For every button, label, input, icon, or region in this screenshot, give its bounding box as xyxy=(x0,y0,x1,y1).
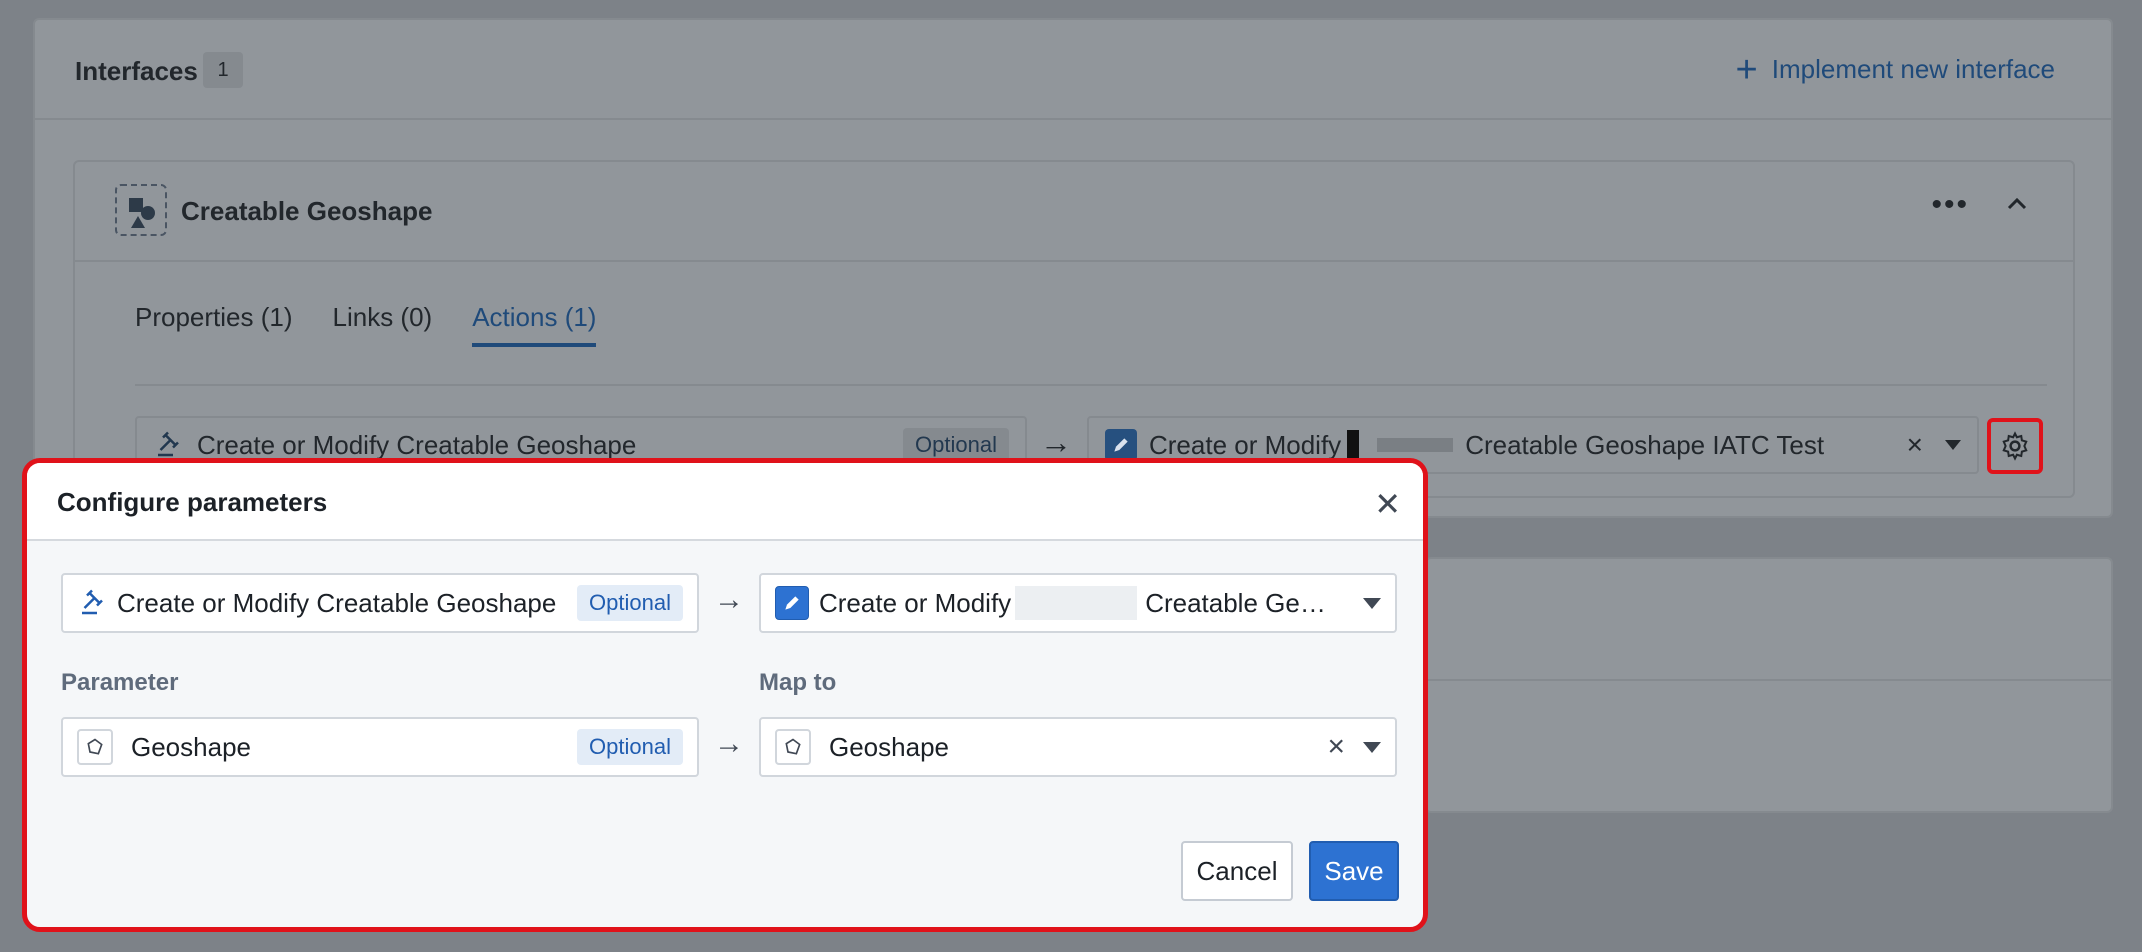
redacted-text xyxy=(1347,430,1360,460)
pencil-icon xyxy=(1105,429,1137,461)
mapped-action-prefix: Create or Modify xyxy=(1149,429,1342,460)
pencil-icon xyxy=(775,586,809,620)
tabs-divider xyxy=(135,384,2047,386)
background-panel xyxy=(1425,557,2113,813)
more-options-icon[interactable]: ••• xyxy=(1931,188,1969,222)
parameter-value: Geoshape xyxy=(131,731,251,762)
clear-icon[interactable]: × xyxy=(1907,429,1923,461)
interfaces-title: Interfaces xyxy=(75,56,198,86)
close-icon[interactable]: ✕ xyxy=(1374,485,1401,523)
configure-parameters-dialog: Configure parameters ✕ Create or Modify … xyxy=(22,458,1428,932)
implement-new-interface-button[interactable]: + Implement new interface xyxy=(1735,48,2055,91)
tab-actions[interactable]: Actions (1) xyxy=(472,302,597,347)
interfaces-card: Interfaces 1 + Implement new interface C… xyxy=(33,18,2113,518)
geoshape-icon xyxy=(775,729,811,765)
save-button[interactable]: Save xyxy=(1309,841,1399,901)
gavel-icon xyxy=(158,431,179,457)
tab-properties[interactable]: Properties (1) xyxy=(135,302,293,347)
interface-card: Creatable Geoshape ••• Properties (1) Li… xyxy=(73,160,2075,498)
arrow-right-icon: → xyxy=(1040,424,1072,460)
interface-card-header: Creatable Geoshape ••• xyxy=(75,162,2073,262)
parameter-field: Geoshape Optional xyxy=(61,717,699,777)
interface-action-label: Create or Modify Creatable Geoshape xyxy=(197,429,637,460)
caret-down-icon[interactable] xyxy=(1945,440,1961,450)
gavel-icon xyxy=(82,589,103,615)
redacted-text xyxy=(1015,586,1138,620)
dialog-header: Configure parameters ✕ xyxy=(27,463,1423,541)
caret-down-icon[interactable] xyxy=(1363,597,1381,609)
arrow-right-icon: → xyxy=(714,583,744,616)
caret-down-icon[interactable] xyxy=(1363,741,1381,753)
mapped-action-suffix: Creatable Geoshape IATC Test xyxy=(1465,429,1825,460)
map-to-select[interactable]: Geoshape × xyxy=(759,717,1397,777)
optional-badge: Optional xyxy=(577,729,683,765)
interfaces-header: Interfaces 1 + Implement new interface xyxy=(35,20,2111,120)
interfaces-count-badge: 1 xyxy=(203,52,243,88)
implement-label: Implement new interface xyxy=(1771,54,2055,84)
mapped-action-suffix: Creatable Ge… xyxy=(1145,587,1326,618)
cancel-button[interactable]: Cancel xyxy=(1181,841,1293,901)
optional-badge: Optional xyxy=(577,585,683,621)
arrow-right-icon: → xyxy=(714,727,744,760)
parameter-label: Parameter xyxy=(61,669,179,696)
interface-action-field: Create or Modify Creatable Geoshape Opti… xyxy=(61,573,699,633)
interface-tabs: Properties (1) Links (0) Actions (1) xyxy=(135,302,597,347)
map-to-label: Map to xyxy=(759,669,837,696)
redacted-text xyxy=(1377,438,1454,452)
tab-links[interactable]: Links (0) xyxy=(333,302,433,347)
interface-name: Creatable Geoshape xyxy=(181,196,433,226)
plus-icon: + xyxy=(1735,48,1758,91)
map-to-value: Geoshape xyxy=(829,731,949,762)
page: Interfaces 1 + Implement new interface C… xyxy=(0,0,2142,952)
gear-icon xyxy=(2002,431,2028,461)
mapped-action-prefix: Create or Modify xyxy=(819,587,1012,618)
dialog-title: Configure parameters xyxy=(57,487,328,517)
configure-parameters-button[interactable] xyxy=(1987,418,2043,474)
chevron-up-icon[interactable] xyxy=(2005,192,2029,216)
mapped-action-select[interactable]: Create or Modify Creatable Ge… xyxy=(759,573,1397,633)
interface-action-label: Create or Modify Creatable Geoshape xyxy=(117,587,557,618)
geoshape-interface-icon xyxy=(115,184,167,236)
clear-icon[interactable]: × xyxy=(1327,730,1345,764)
geoshape-icon xyxy=(77,729,113,765)
optional-badge: Optional xyxy=(903,428,1009,462)
